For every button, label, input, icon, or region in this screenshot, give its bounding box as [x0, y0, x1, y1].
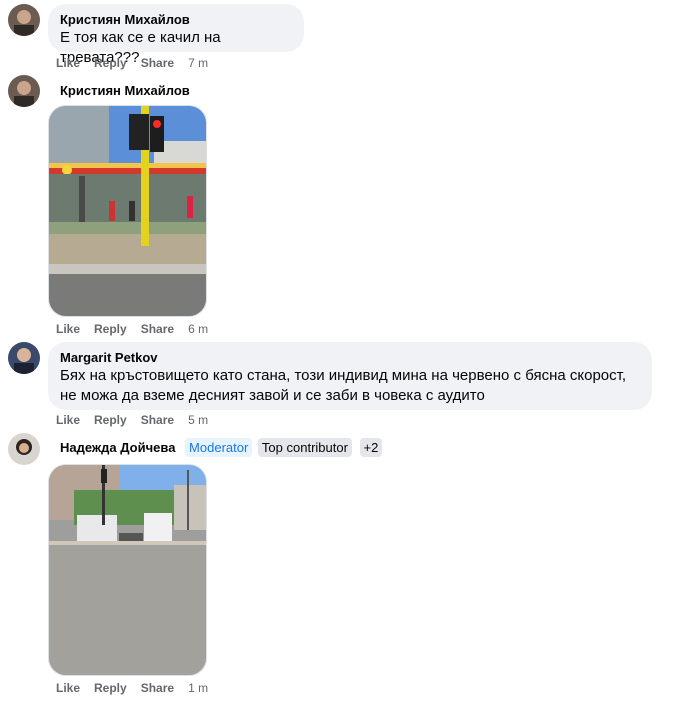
reply-button[interactable]: Reply — [94, 681, 127, 695]
comment-bubble: Кристиян Михайлов Е тоя как се е качил н… — [48, 4, 304, 66]
comment-author[interactable]: Кристиян Михайлов — [60, 83, 190, 98]
avatar[interactable] — [8, 4, 40, 36]
like-button[interactable]: Like — [56, 322, 80, 336]
avatar[interactable] — [8, 342, 40, 374]
comment-author[interactable]: Кристиян Михайлов — [60, 12, 292, 28]
comment-actions: Like Reply Share 6 m — [56, 322, 222, 336]
comment-text-line: Бях на кръстовището като стана, този инд… — [60, 367, 627, 384]
attached-photo[interactable] — [48, 105, 207, 317]
reply-button[interactable]: Reply — [94, 322, 127, 336]
reply-button[interactable]: Reply — [94, 413, 127, 427]
like-button[interactable]: Like — [56, 56, 80, 70]
attached-photo[interactable] — [48, 464, 207, 676]
comment-author[interactable]: Надежда Дойчева — [60, 440, 175, 455]
street-photo — [49, 465, 206, 675]
comment-actions: Like Reply Share 7 m — [56, 56, 222, 70]
comment-actions: Like Reply Share 5 m — [56, 413, 222, 427]
comment-bubble: Margarit Petkov Бях на кръстовището като… — [48, 342, 652, 410]
avatar[interactable] — [8, 433, 40, 465]
reply-button[interactable]: Reply — [94, 56, 127, 70]
comment-actions: Like Reply Share 1 m — [56, 681, 222, 695]
like-button[interactable]: Like — [56, 413, 80, 427]
comment-timestamp[interactable]: 6 m — [188, 322, 208, 336]
moderator-badge[interactable]: Moderator — [185, 438, 253, 457]
traffic-light-photo — [49, 106, 206, 316]
like-button[interactable]: Like — [56, 681, 80, 695]
comment-timestamp[interactable]: 1 m — [188, 681, 208, 695]
comment-author[interactable]: Margarit Petkov — [60, 350, 640, 366]
share-button[interactable]: Share — [141, 681, 174, 695]
comment-text-line: не можа да вземе десният завой и се заби… — [60, 387, 485, 404]
top-contributor-badge[interactable]: Top contributor — [257, 438, 352, 457]
more-badges[interactable]: +2 — [359, 438, 383, 457]
share-button[interactable]: Share — [141, 413, 174, 427]
share-button[interactable]: Share — [141, 322, 174, 336]
share-button[interactable]: Share — [141, 56, 174, 70]
comment-author-row: Надежда Дойчева Moderator Top contributo… — [60, 438, 383, 457]
comment-timestamp[interactable]: 7 m — [188, 56, 208, 70]
comment-timestamp[interactable]: 5 m — [188, 413, 208, 427]
avatar[interactable] — [8, 75, 40, 107]
